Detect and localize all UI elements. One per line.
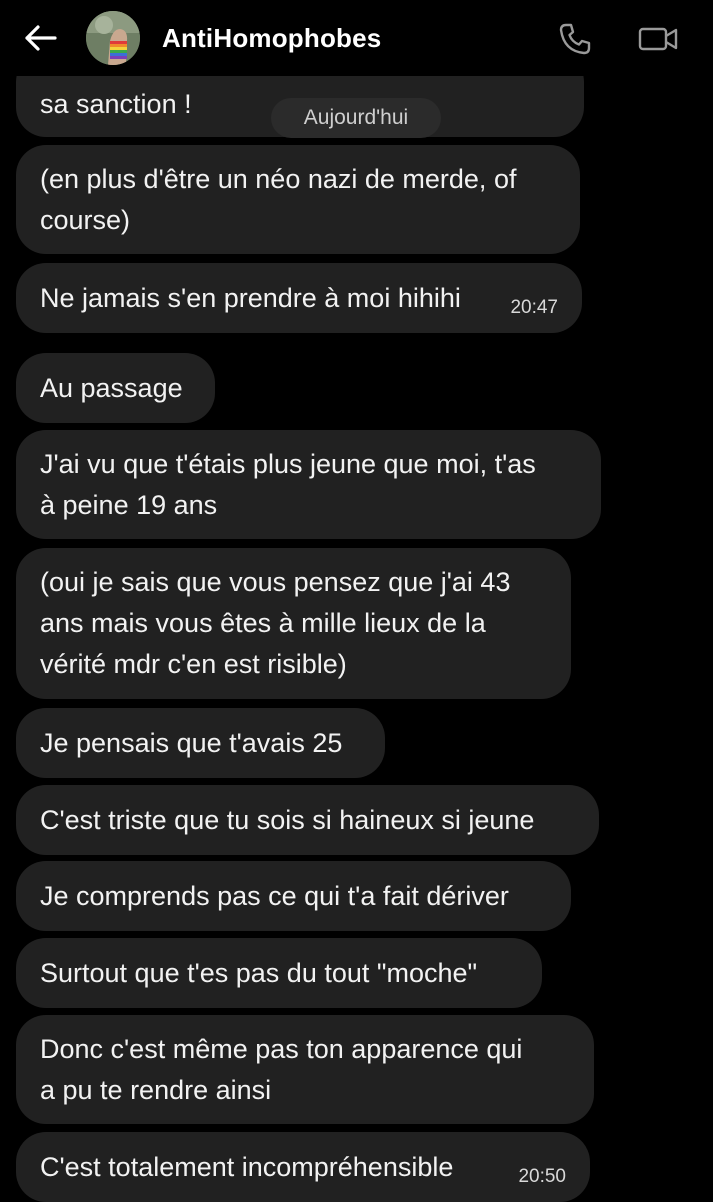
message-timestamp: 20:47 [510,297,558,318]
message-text: Donc c'est même pas ton apparence qui a … [40,1034,523,1105]
message-bubble[interactable]: C'est totalement incompréhensible 20:50 [16,1132,590,1202]
message-text: (oui je sais que vous pensez que j'ai 43… [40,567,511,679]
message-text: C'est totalement incompréhensible [40,1152,454,1182]
message-bubble[interactable]: C'est triste que tu sois si haineux si j… [16,785,599,855]
message-bubble[interactable]: J'ai vu que t'étais plus jeune que moi, … [16,430,601,539]
avatar[interactable] [86,11,140,65]
message-bubble[interactable]: Je pensais que t'avais 25 [16,708,385,778]
phone-icon [559,23,591,55]
contact-name[interactable]: AntiHomophobes [162,22,381,54]
message-text: C'est triste que tu sois si haineux si j… [40,805,535,835]
chat-header: AntiHomophobes [0,0,713,76]
message-bubble[interactable]: (en plus d'être un néo nazi de merde, of… [16,145,580,254]
message-bubble[interactable]: Au passage [16,353,215,423]
message-text: J'ai vu que t'étais plus jeune que moi, … [40,449,536,520]
message-text: Je comprends pas ce qui t'a fait dériver [40,881,509,911]
message-text: (en plus d'être un néo nazi de merde, of… [40,164,517,235]
arrow-left-icon [25,25,57,51]
message-text: Surtout que t'es pas du tout "moche" [40,958,478,988]
message-bubble[interactable]: (oui je sais que vous pensez que j'ai 43… [16,548,571,699]
video-camera-icon [638,27,678,51]
message-text: Au passage [40,373,183,403]
message-text: Ne jamais s'en prendre à moi hihihi [40,283,461,313]
message-text: Je pensais que t'avais 25 [40,728,343,758]
video-call-button[interactable] [636,20,680,58]
message-bubble[interactable]: Donc c'est même pas ton apparence qui a … [16,1015,594,1124]
call-button[interactable] [556,20,594,58]
back-button[interactable] [20,20,60,56]
date-separator: Aujourd'hui [271,98,441,138]
message-timestamp: 20:50 [518,1166,566,1187]
message-bubble[interactable]: Ne jamais s'en prendre à moi hihihi 20:4… [16,263,582,333]
message-bubble[interactable]: Surtout que t'es pas du tout "moche" [16,938,542,1008]
message-bubble[interactable]: Je comprends pas ce qui t'a fait dériver [16,861,571,931]
